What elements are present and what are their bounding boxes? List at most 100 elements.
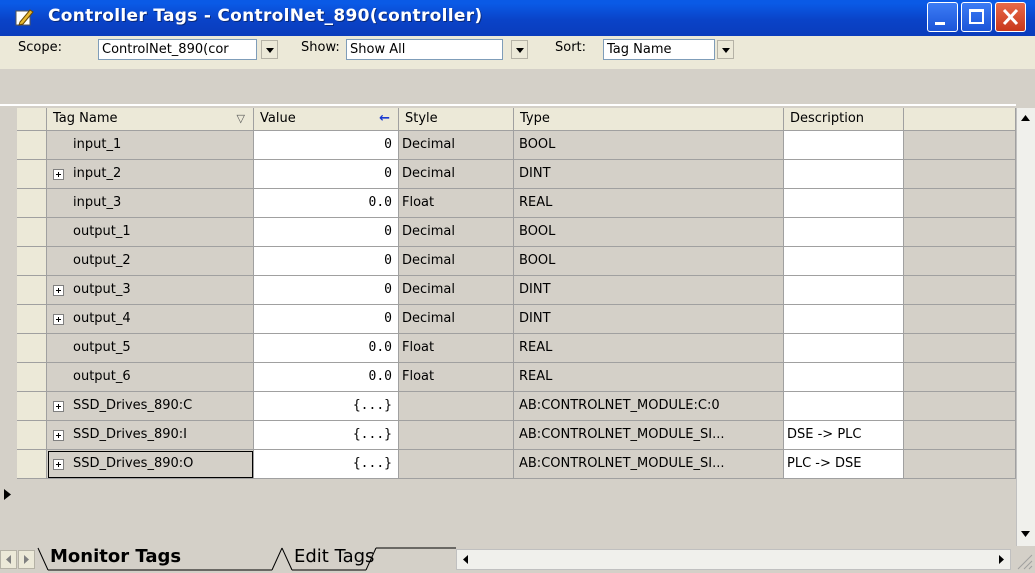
tag-name-cell[interactable]: output_4 [47,305,254,334]
style-cell[interactable]: Decimal [399,305,514,334]
value-cell[interactable]: {...} [254,392,399,421]
type-cell[interactable]: BOOL [514,131,784,160]
type-cell[interactable]: DINT [514,305,784,334]
row-selector[interactable] [17,450,47,479]
row-selector[interactable] [17,421,47,450]
header-style[interactable]: Style [399,108,514,131]
tag-name-cell[interactable]: input_2 [47,160,254,189]
tag-name-cell[interactable]: output_1 [47,218,254,247]
hscroll-left-button[interactable] [457,550,474,569]
type-cell[interactable]: REAL [514,189,784,218]
expand-plus-icon[interactable] [53,314,64,325]
tag-name-cell[interactable]: output_3 [47,276,254,305]
description-cell[interactable] [784,189,904,218]
table-row[interactable]: output_3 0 Decimal DINT [0,276,1016,305]
table-row[interactable]: input_2 0 Decimal DINT [0,160,1016,189]
style-cell[interactable]: Float [399,334,514,363]
table-row[interactable]: output_6 0.0 Float REAL [0,363,1016,392]
type-cell[interactable]: REAL [514,334,784,363]
style-cell[interactable] [399,450,514,479]
row-selector[interactable] [17,363,47,392]
maximize-button[interactable] [961,2,992,32]
description-cell[interactable] [784,334,904,363]
description-cell[interactable] [784,363,904,392]
tag-name-cell[interactable]: output_5 [47,334,254,363]
value-cell[interactable]: {...} [254,450,399,479]
value-cell[interactable]: 0.0 [254,363,399,392]
row-selector[interactable] [17,160,47,189]
table-row[interactable]: input_1 0 Decimal BOOL [0,131,1016,160]
row-selector[interactable] [17,247,47,276]
scroll-up-button[interactable] [1017,108,1034,127]
sort-select[interactable]: Tag Name [603,39,715,60]
type-cell[interactable]: BOOL [514,247,784,276]
style-cell[interactable]: Decimal [399,276,514,305]
close-button[interactable] [995,2,1026,32]
horizontal-scrollbar[interactable] [456,549,1011,570]
expand-plus-icon[interactable] [53,430,64,441]
tab-edit-tags[interactable]: Edit Tags [294,546,374,567]
value-cell[interactable]: 0 [254,276,399,305]
hscroll-right-button[interactable] [993,550,1010,569]
tag-name-cell[interactable]: SSD_Drives_890:O [47,450,254,479]
style-cell[interactable]: Decimal [399,247,514,276]
value-cell[interactable]: {...} [254,421,399,450]
scroll-down-button[interactable] [1017,524,1034,543]
type-cell[interactable]: DINT [514,276,784,305]
table-row[interactable]: output_5 0.0 Float REAL [0,334,1016,363]
type-cell[interactable]: AB:CONTROLNET_MODULE_SI... [514,421,784,450]
style-cell[interactable] [399,392,514,421]
style-cell[interactable] [399,421,514,450]
description-cell[interactable] [784,247,904,276]
header-type[interactable]: Type [514,108,784,131]
minimize-button[interactable] [927,2,958,32]
description-cell[interactable]: DSE -> PLC [784,421,904,450]
value-cell[interactable]: 0 [254,131,399,160]
value-cell[interactable]: 0.0 [254,189,399,218]
style-cell[interactable]: Float [399,363,514,392]
row-selector[interactable] [17,334,47,363]
expand-plus-icon[interactable] [53,169,64,180]
type-cell[interactable]: BOOL [514,218,784,247]
type-cell[interactable]: DINT [514,160,784,189]
tab-scroll-right-button[interactable] [18,550,35,569]
value-cell[interactable]: 0.0 [254,334,399,363]
description-cell[interactable]: PLC -> DSE [784,450,904,479]
row-selector[interactable] [17,189,47,218]
expand-plus-icon[interactable] [53,459,64,470]
type-cell[interactable]: AB:CONTROLNET_MODULE:C:0 [514,392,784,421]
header-description[interactable]: Description [784,108,904,131]
value-cell[interactable]: 0 [254,247,399,276]
style-cell[interactable]: Decimal [399,131,514,160]
table-row[interactable]: output_2 0 Decimal BOOL [0,247,1016,276]
tag-name-cell[interactable]: input_1 [47,131,254,160]
table-row[interactable]: SSD_Drives_890:C {...} AB:CONTROLNET_MODUL… [0,392,1016,421]
expand-plus-icon[interactable] [53,401,64,412]
row-selector[interactable] [17,276,47,305]
title-bar[interactable]: Controller Tags - ControlNet_890(control… [0,0,1035,36]
value-cell[interactable]: 0 [254,305,399,334]
show-select[interactable]: Show All [346,39,503,60]
tag-name-cell[interactable]: SSD_Drives_890:C [47,392,254,421]
row-selector[interactable] [17,305,47,334]
description-cell[interactable] [784,392,904,421]
style-cell[interactable]: Float [399,189,514,218]
value-cell[interactable]: 0 [254,160,399,189]
style-cell[interactable]: Decimal [399,218,514,247]
description-cell[interactable] [784,160,904,189]
tab-monitor-tags[interactable]: Monitor Tags [50,546,181,567]
row-selector[interactable] [17,131,47,160]
expand-plus-icon[interactable] [53,285,64,296]
table-row[interactable]: output_4 0 Decimal DINT [0,305,1016,334]
tag-name-cell[interactable]: output_6 [47,363,254,392]
table-row[interactable]: input_3 0.0 Float REAL [0,189,1016,218]
header-value[interactable]: Value ← [254,108,399,131]
description-cell[interactable] [784,276,904,305]
row-selector[interactable] [17,392,47,421]
tab-scroll-left-button[interactable] [0,550,17,569]
header-tag-name[interactable]: Tag Name ▽ [47,108,254,131]
description-cell[interactable] [784,305,904,334]
table-row[interactable]: output_1 0 Decimal BOOL [0,218,1016,247]
tag-name-cell[interactable]: output_2 [47,247,254,276]
description-cell[interactable] [784,218,904,247]
